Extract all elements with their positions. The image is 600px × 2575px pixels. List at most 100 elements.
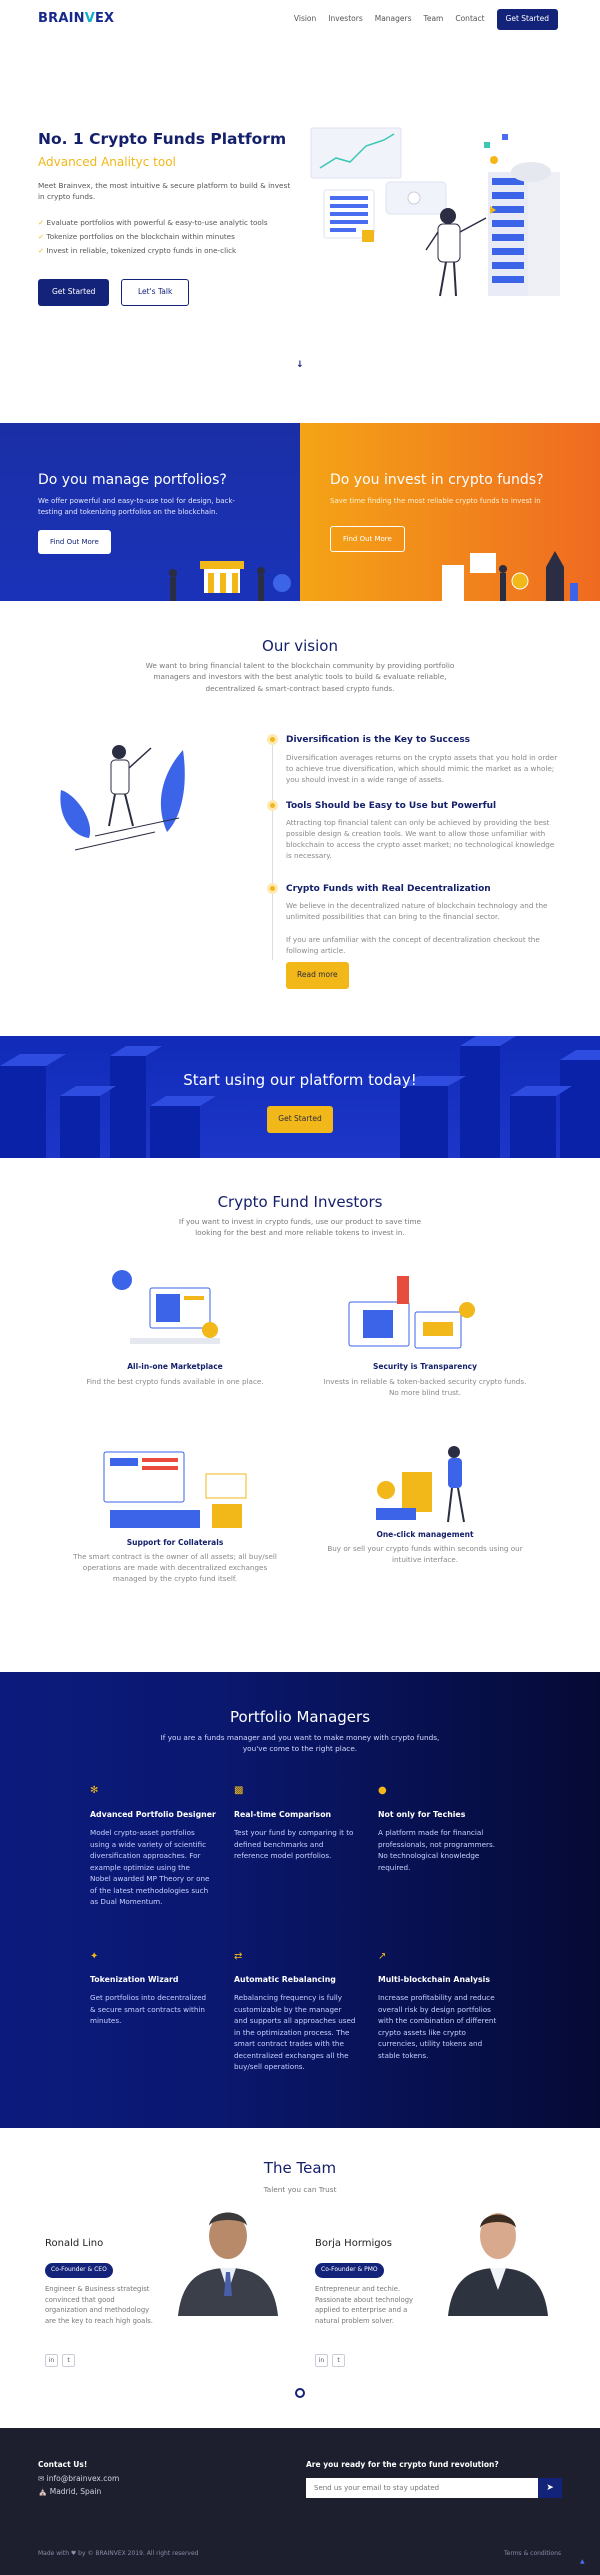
investor-feature-text: Invests in reliable & token-backed secur… bbox=[323, 1377, 527, 1398]
brand-logo[interactable]: BRAINVEX bbox=[38, 10, 114, 29]
nav-link-managers[interactable]: Managers bbox=[375, 14, 412, 25]
footer-email[interactable]: ✉ info@brainvex.com bbox=[38, 2474, 119, 2485]
newsletter-title: Are you ready for the crypto fund revolu… bbox=[306, 2460, 499, 2469]
cta-get-started-button[interactable]: Get Started bbox=[267, 1106, 333, 1133]
read-more-button[interactable]: Read more bbox=[286, 962, 349, 989]
nav-menu: Vision Investors Managers Team Contact G… bbox=[294, 9, 558, 30]
scroll-down-icon[interactable]: ↓ bbox=[296, 359, 304, 372]
investor-feature-title: One-click management bbox=[376, 1530, 474, 1539]
investor-feature-text: The smart contract is the owner of all a… bbox=[73, 1552, 277, 1584]
manage-panel-title: Do you manage portfolios? bbox=[38, 472, 227, 488]
twitter-icon[interactable]: t bbox=[332, 2354, 345, 2367]
footer-location: ⛪ Madrid, Spain bbox=[38, 2487, 102, 2496]
back-to-top-icon[interactable]: ▲ bbox=[580, 2558, 585, 2567]
hero-get-started-button[interactable]: Get Started bbox=[38, 279, 110, 306]
nav-link-contact[interactable]: Contact bbox=[455, 14, 484, 25]
manager-feature-title: Advanced Portfolio Designer bbox=[90, 1810, 216, 1819]
nav-link-investors[interactable]: Investors bbox=[328, 14, 362, 25]
vision-item-title: Crypto Funds with Real Decentralization bbox=[286, 884, 491, 894]
marketplace-illustration bbox=[112, 1270, 220, 1344]
vision-timeline-line bbox=[272, 735, 273, 960]
hero-description: Meet Brainvex, the most intuitive & secu… bbox=[38, 181, 291, 201]
team-member-role-badge: Co-Founder & CEO bbox=[45, 2263, 113, 2278]
team-member-name: Ronald Lino bbox=[45, 2238, 104, 2249]
wand-icon: ✦ bbox=[90, 1951, 99, 1962]
investor-feature-title: Security is Transparency bbox=[372, 1362, 478, 1371]
team-member-bio: Engineer & Business strategist convinced… bbox=[45, 2285, 153, 2325]
one-click-illustration bbox=[376, 1446, 465, 1523]
vision-item-title: Tools Should be Easy to Use but Powerful bbox=[286, 801, 497, 811]
investors-description: If you want to invest in crypto funds, u… bbox=[178, 1217, 422, 1238]
manager-feature-text: Test your fund by comparing it to define… bbox=[234, 1828, 354, 1861]
invest-find-out-more-button[interactable]: Find Out More bbox=[330, 526, 405, 553]
twitter-icon[interactable]: t bbox=[62, 2354, 75, 2367]
invest-panel-title: Do you invest in crypto funds? bbox=[330, 472, 544, 488]
manage-panel-description: We offer powerful and easy-to-use tool f… bbox=[38, 497, 235, 516]
user-icon: ● bbox=[378, 1785, 387, 1796]
manager-feature-title: Automatic Rebalancing bbox=[234, 1975, 336, 1984]
mail-icon: ✉ bbox=[38, 2474, 47, 2483]
manager-feature-text: Rebalancing frequency is fully customiza… bbox=[234, 1993, 356, 2072]
manager-feature-text: Model crypto-asset portfolios using a wi… bbox=[90, 1828, 210, 1907]
terms-link[interactable]: Terms & conditions bbox=[504, 2550, 561, 2559]
top-navbar: BRAINVEX Vision Investors Managers Team … bbox=[0, 0, 600, 36]
managers-title: Portfolio Managers bbox=[229, 1708, 371, 1726]
vision-description: We want to bring financial talent to the… bbox=[145, 661, 455, 693]
manager-feature-title: Multi-blockchain Analysis bbox=[378, 1975, 490, 1984]
invest-panel-description: Save time finding the most reliable cryp… bbox=[330, 497, 541, 505]
linkedin-icon[interactable]: in bbox=[315, 2354, 328, 2367]
designer-icon: ✻ bbox=[90, 1785, 99, 1796]
borja-hormigos-photo bbox=[442, 2192, 554, 2316]
invest-crypto-panel: Do you invest in crypto funds? Save time… bbox=[300, 423, 600, 601]
page: BRAINVEX Vision Investors Managers Team … bbox=[0, 0, 600, 2575]
nav-link-team[interactable]: Team bbox=[424, 14, 444, 25]
manager-feature-title: Tokenization Wizard bbox=[90, 1975, 179, 1984]
hero-illustration bbox=[310, 127, 560, 297]
hero-feature-item: Evaluate portfolios with powerful & easy… bbox=[38, 216, 268, 230]
manage-find-out-more-button[interactable]: Find Out More bbox=[38, 530, 111, 555]
footer: Contact Us! ✉ info@brainvex.com ⛪ Madrid… bbox=[0, 2428, 600, 2575]
footer-copyright: Made with ♥ by © BRAINVEX 2019. All righ… bbox=[38, 2550, 199, 2557]
linkedin-icon[interactable]: in bbox=[45, 2354, 58, 2367]
carousel-dot[interactable] bbox=[295, 2388, 305, 2398]
manage-portfolios-panel: Do you manage portfolios? We offer power… bbox=[0, 423, 300, 601]
team-title: The Team bbox=[263, 2159, 337, 2177]
line-chart-icon: ↗ bbox=[378, 1951, 387, 1962]
hero-title: No. 1 Crypto Funds Platform bbox=[38, 130, 287, 148]
manager-feature-title: Not only for Techies bbox=[378, 1810, 466, 1819]
vision-item-text: Attracting top financial talent can only… bbox=[286, 818, 555, 861]
hero-feature-item: Invest in reliable, tokenized crypto fun… bbox=[38, 244, 268, 258]
vision-item-text: Diversification averages returns on the … bbox=[286, 753, 558, 785]
investor-feature-text: Find the best crypto funds available in … bbox=[86, 1377, 264, 1386]
footer-contact-title: Contact Us! bbox=[38, 2460, 88, 2469]
hero-lets-talk-button[interactable]: Let's Talk bbox=[121, 279, 190, 306]
investor-feature-text: Buy or sell your crypto funds within sec… bbox=[327, 1544, 523, 1565]
cubes-background bbox=[0, 1036, 600, 1158]
hero-feature-list: Evaluate portfolios with powerful & easy… bbox=[38, 216, 268, 258]
manager-feature-text: Get portfolios into decentralized & secu… bbox=[90, 1993, 207, 2026]
manager-feature-text: Increase profitability and reduce overal… bbox=[378, 1993, 497, 2060]
invest-panel-illustration bbox=[442, 551, 578, 601]
manager-feature-title: Real-time Comparison bbox=[234, 1810, 332, 1819]
send-icon[interactable]: ➤ bbox=[538, 2478, 562, 2498]
manager-feature-text: A platform made for financial profession… bbox=[378, 1828, 496, 1872]
ronald-lino-photo bbox=[172, 2192, 284, 2316]
nav-link-vision[interactable]: Vision bbox=[294, 14, 316, 25]
timeline-dot bbox=[267, 800, 278, 811]
exchange-icon: ⇄ bbox=[234, 1951, 243, 1962]
team-member-name: Borja Hormigos bbox=[315, 2238, 392, 2249]
investors-title: Crypto Fund Investors bbox=[217, 1193, 383, 1211]
collaterals-illustration bbox=[103, 1451, 247, 1528]
building-icon: ⛪ bbox=[38, 2487, 50, 2496]
cta-band-title: Start using our platform today! bbox=[183, 1071, 417, 1089]
vision-illustration bbox=[60, 745, 185, 851]
investor-feature-title: All-in-one Marketplace bbox=[127, 1362, 223, 1371]
hero-feature-item: Tokenize portfolios on the blockchain wi… bbox=[38, 230, 268, 244]
nav-get-started-button[interactable]: Get Started bbox=[496, 9, 558, 30]
vision-item-title: Diversification is the Key to Success bbox=[286, 735, 471, 745]
investor-feature-title: Support for Collaterals bbox=[126, 1538, 224, 1547]
vision-item-text: We believe in the decentralized nature o… bbox=[286, 901, 548, 922]
portfolio-managers-section: Portfolio Managers If you are a funds ma… bbox=[0, 1672, 600, 2128]
newsletter-email-input[interactable] bbox=[306, 2478, 538, 2498]
chart-icon: ▩ bbox=[234, 1785, 244, 1796]
